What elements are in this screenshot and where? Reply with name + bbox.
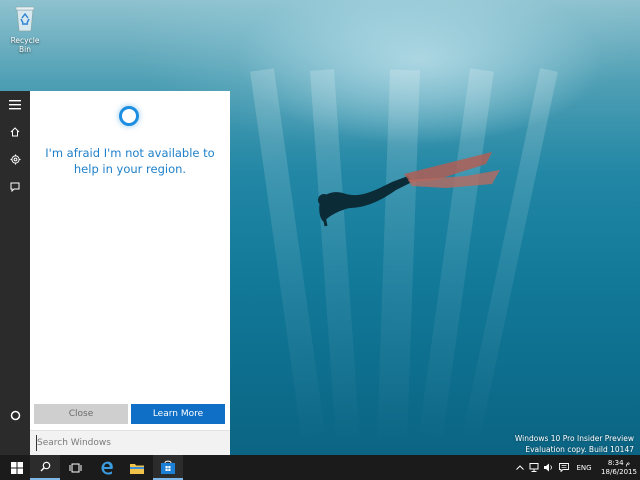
hamburger-menu-button[interactable]: [0, 93, 30, 117]
feedback-button[interactable]: [0, 175, 30, 199]
store-taskbar-button[interactable]: [153, 455, 183, 480]
cortana-circle-icon: [10, 410, 20, 420]
store-icon: [161, 460, 175, 474]
cortana-rail-button[interactable]: [0, 403, 30, 427]
taskbar: ENG 8:34 م 18/6/2015: [0, 455, 640, 480]
clock-button[interactable]: 8:34 م 18/6/2015: [598, 455, 640, 480]
task-view-icon: [69, 463, 81, 472]
home-button[interactable]: [0, 120, 30, 144]
clock-time: 8:34 م: [607, 458, 631, 467]
action-center-icon: [559, 463, 569, 472]
recycle-bin-label: Recycle Bin: [10, 36, 40, 54]
search-taskbar-button[interactable]: [30, 455, 60, 480]
close-button[interactable]: Close: [34, 404, 128, 424]
learn-more-button[interactable]: Learn More: [131, 404, 225, 424]
search-icon: [40, 461, 50, 472]
network-icon: [529, 463, 539, 472]
clock-date: 18/6/2015: [601, 467, 637, 476]
cortana-logo-icon: [119, 106, 139, 126]
hamburger-menu-icon: [9, 100, 21, 110]
light-ray: [376, 69, 420, 451]
edge-icon: [101, 461, 113, 475]
watermark-build: Evaluation copy. Build 10147: [525, 445, 634, 454]
edge-taskbar-button[interactable]: [92, 455, 122, 480]
cortana-region-message: I'm afraid I'm not available to help in …: [45, 146, 215, 176]
file-explorer-icon: [130, 463, 144, 474]
notebook-button[interactable]: [0, 147, 30, 171]
start-button[interactable]: [2, 455, 32, 480]
action-center-button[interactable]: [558, 455, 570, 480]
home-icon: [10, 127, 20, 137]
feedback-icon: [10, 182, 20, 192]
input-language-button[interactable]: ENG: [573, 455, 595, 480]
file-explorer-taskbar-button[interactable]: [122, 455, 152, 480]
cortana-left-rail: [0, 91, 30, 455]
recycle-bin-icon: [15, 6, 35, 32]
volume-tray-button[interactable]: [542, 455, 554, 480]
network-tray-button[interactable]: [528, 455, 540, 480]
diver-image: [318, 152, 500, 227]
recycle-bin-shortcut[interactable]: Recycle Bin: [4, 4, 46, 54]
chevron-up-icon: [516, 465, 524, 470]
evaluation-watermark: Windows 10 Pro Insider Preview Evaluatio…: [515, 433, 634, 455]
notebook-gear-icon: [10, 154, 20, 164]
watermark-edition: Windows 10 Pro Insider Preview: [514, 434, 634, 443]
search-box: [30, 430, 230, 456]
show-hidden-icons-button[interactable]: [514, 455, 526, 480]
cortana-panel: I'm afraid I'm not available to help in …: [30, 91, 230, 456]
volume-icon: [544, 463, 552, 472]
windows-start-icon: [11, 461, 23, 474]
search-input[interactable]: [36, 435, 223, 451]
task-view-button[interactable]: [60, 455, 90, 480]
